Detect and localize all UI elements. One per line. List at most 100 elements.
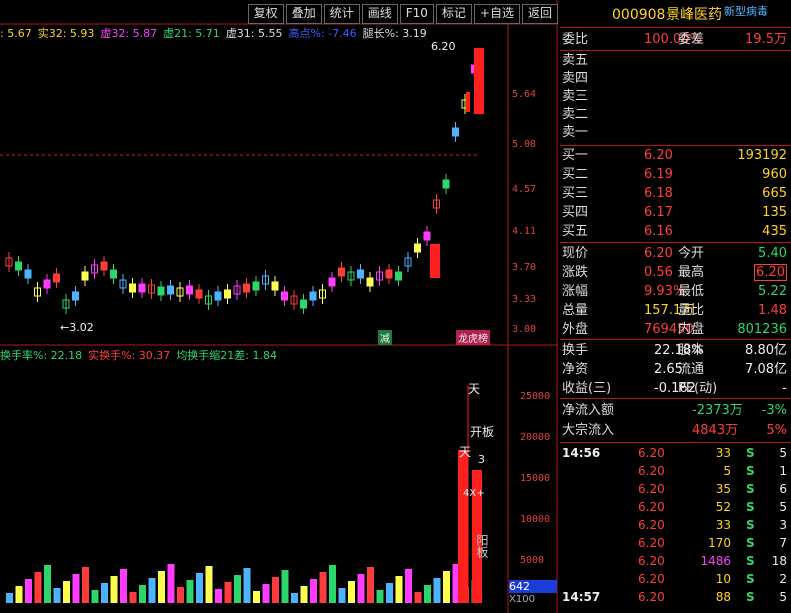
candle	[233, 280, 241, 300]
tick-side: S	[746, 500, 755, 514]
fundamental-row: 净资 2.65 流通 7.08亿	[560, 361, 791, 379]
volume-tick: 5000	[520, 555, 545, 566]
tick-count: 1	[779, 464, 787, 478]
fundamental-row: 收益(三) -0.162 PE(动) -	[560, 380, 791, 398]
candle	[100, 256, 108, 276]
tick-price: 6.20	[638, 518, 665, 532]
candle	[433, 194, 440, 214]
reduce-marker[interactable]: 减	[378, 330, 392, 345]
volume-chart	[6, 385, 482, 603]
candle	[5, 252, 13, 272]
quote-value: 5.22	[758, 284, 787, 299]
bid-row: 买一 6.20 193192	[560, 147, 791, 165]
kaiban-mark: 开板	[470, 425, 495, 439]
volume-bar	[34, 572, 42, 603]
ask-label: 卖四	[562, 71, 589, 86]
candle	[148, 279, 155, 299]
weicha-label: 委差	[678, 32, 705, 47]
tick-side: S	[746, 518, 755, 532]
stock-header: 000908 景峰医药 新型病毒	[560, 3, 791, 26]
candle	[62, 294, 70, 314]
volume-bar	[139, 585, 146, 603]
tick-count: 3	[779, 518, 787, 532]
candle	[224, 284, 231, 304]
candle	[430, 244, 440, 278]
price-tick: 4.11	[512, 226, 537, 237]
candle	[186, 280, 193, 300]
volume-bar	[253, 591, 260, 603]
fundamental-row: 换手 22.18% 股本 8.80亿	[560, 342, 791, 360]
volume-bar	[15, 586, 23, 603]
fund-label: 收益(三)	[562, 381, 612, 396]
volume-bar	[310, 579, 317, 603]
tick-time: 14:57	[562, 590, 601, 604]
bid-row: 买三 6.18 665	[560, 185, 791, 203]
price-tick: 3.70	[512, 262, 537, 273]
candle	[119, 274, 127, 294]
candle	[176, 282, 184, 302]
dragon-tiger-marker[interactable]: 龙虎榜	[456, 330, 490, 345]
candle	[290, 290, 298, 310]
volume-bar	[329, 565, 336, 603]
fund-label: 流通	[678, 362, 705, 377]
bid-label: 买一	[562, 148, 589, 163]
volume-bar	[414, 592, 422, 603]
tick-count: 18	[771, 554, 787, 568]
candle	[328, 272, 336, 292]
volume-bar	[281, 570, 289, 603]
tick-side: S	[746, 590, 755, 604]
volume-bar	[129, 592, 137, 603]
tick-side: S	[746, 536, 755, 550]
back-button[interactable]: 返回	[521, 4, 558, 24]
volume-unit: X100	[509, 594, 535, 605]
tick-price: 6.20	[638, 554, 665, 568]
high-price-label: 6.20	[431, 40, 456, 53]
bid-price: 6.19	[644, 167, 673, 182]
quote-label: 今开	[678, 246, 705, 261]
bid-price: 6.17	[644, 205, 673, 220]
low-price-value: 3.02	[69, 321, 94, 334]
ask-label: 卖二	[562, 107, 589, 122]
flow-label: 大宗流入	[562, 423, 615, 438]
volume-bar	[338, 588, 346, 603]
volume-tick: 10000	[520, 514, 551, 525]
candle	[357, 264, 364, 284]
bid-row: 买二 6.19 960	[560, 166, 791, 184]
bid-label: 买三	[562, 186, 589, 201]
quote-row: 现价 6.20 今开 5.40	[560, 245, 791, 263]
tick-row: 6.20 5 S 1	[560, 462, 791, 480]
ask-2: 卖二	[560, 106, 791, 124]
volume-bar	[120, 569, 127, 603]
candle	[252, 276, 260, 296]
tick-row: 6.20 35 S 6	[560, 480, 791, 498]
volume-bar	[395, 576, 403, 603]
price-tick: 5.64	[512, 89, 537, 100]
low-price-label: ←3.02	[60, 321, 94, 334]
weicha-value: 19.5万	[745, 32, 787, 47]
weibi-label: 委比	[562, 32, 589, 47]
volume-bar	[234, 575, 241, 603]
tick-volume: 10	[715, 572, 731, 586]
tick-row: 6.20 170 S 7	[560, 534, 791, 552]
bid-volume: 435	[762, 224, 787, 239]
volume-bar	[215, 589, 222, 603]
candle	[214, 286, 222, 306]
quote-label: 最高	[678, 265, 705, 280]
candle	[423, 226, 431, 246]
volume-bar	[63, 581, 70, 603]
volume-bar	[300, 586, 308, 603]
quote-label: 最低	[678, 284, 705, 299]
flow-pct: -3%	[761, 403, 787, 418]
volume-bar	[272, 577, 279, 603]
stock-tag[interactable]: 新型病毒	[724, 3, 768, 21]
quote-label: 内盘	[678, 322, 705, 337]
tick-volume: 33	[715, 446, 731, 460]
flow-pct: 5%	[766, 423, 787, 438]
candle	[262, 270, 269, 290]
volume-bar	[110, 576, 118, 603]
tick-side: S	[746, 482, 755, 496]
chart-pane[interactable]: 复权 叠加 统计 画线 F10 标记 +自选 返回 : 5.67 实32: 5.9…	[0, 0, 558, 613]
ask-5: 卖五	[560, 52, 791, 70]
bid-price: 6.20	[644, 148, 673, 163]
candle	[466, 92, 470, 112]
